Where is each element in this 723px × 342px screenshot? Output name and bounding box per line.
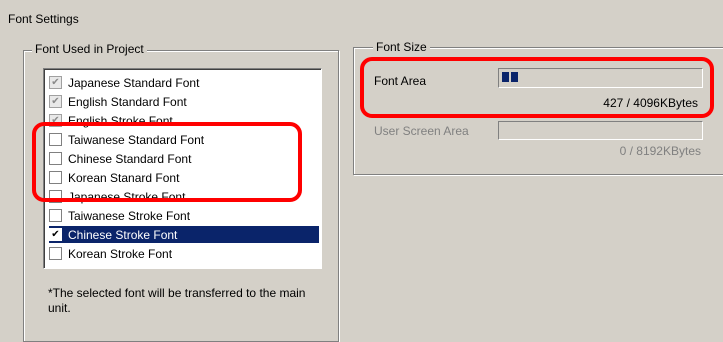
- user-screen-area-usage: 0 / 8192KBytes: [619, 144, 701, 158]
- font-item-label: Taiwanese Stroke Font: [68, 208, 191, 223]
- checkbox[interactable]: ✔: [49, 76, 62, 89]
- highlight-box-standard-fonts: [32, 122, 302, 202]
- font-item-label: Chinese Stroke Font: [66, 227, 180, 242]
- user-screen-area-label: User Screen Area: [374, 124, 469, 138]
- user-screen-area-progress: [498, 121, 703, 140]
- font-item-english-standard[interactable]: ✔ English Standard Font: [49, 93, 319, 110]
- font-item-taiwanese-stroke[interactable]: Taiwanese Stroke Font: [49, 207, 319, 224]
- font-item-chinese-stroke[interactable]: ✔ Chinese Stroke Font: [49, 226, 319, 243]
- font-item-label: English Standard Font: [68, 94, 187, 109]
- transfer-note: *The selected font will be transferred t…: [48, 286, 306, 315]
- window-title: Font Settings: [8, 12, 79, 26]
- font-item-label: Korean Stroke Font: [68, 246, 173, 261]
- checkmark-icon: ✔: [51, 76, 60, 88]
- font-item-japanese-standard[interactable]: ✔ Japanese Standard Font: [49, 74, 319, 91]
- checkmark-icon: ✔: [51, 228, 60, 240]
- checkbox[interactable]: ✔: [49, 95, 62, 108]
- font-item-korean-stroke[interactable]: Korean Stroke Font: [49, 245, 319, 262]
- font-used-legend: Font Used in Project: [32, 42, 147, 56]
- checkmark-icon: ✔: [51, 95, 60, 107]
- font-size-legend: Font Size: [373, 40, 430, 54]
- font-item-label: Japanese Standard Font: [68, 75, 200, 90]
- checkbox[interactable]: [49, 247, 62, 260]
- highlight-box-font-area: [360, 57, 714, 118]
- checkbox[interactable]: ✔: [49, 228, 62, 241]
- checkbox[interactable]: [49, 209, 62, 222]
